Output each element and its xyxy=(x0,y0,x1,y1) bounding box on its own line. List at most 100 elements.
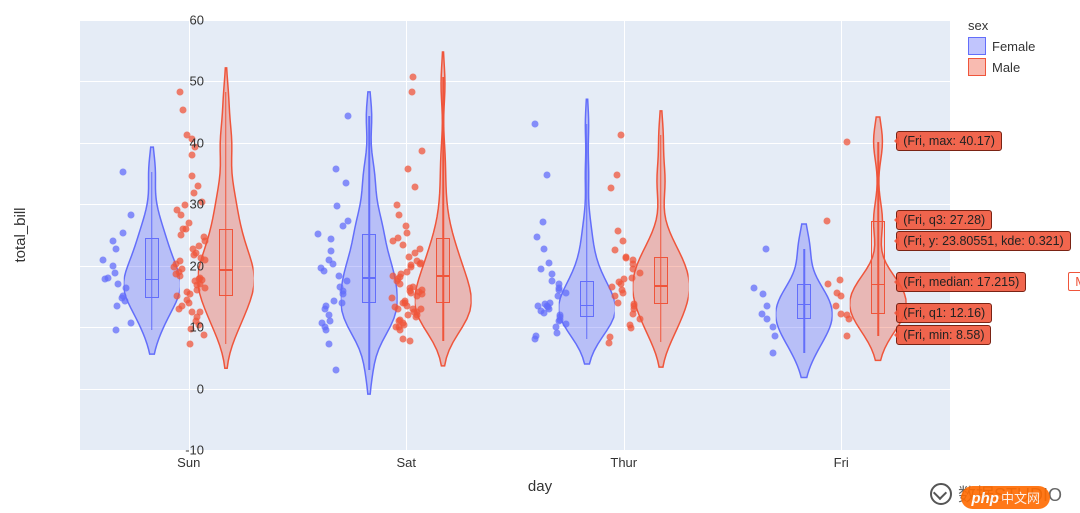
data-point[interactable] xyxy=(109,238,116,245)
data-point[interactable] xyxy=(392,303,399,310)
data-point[interactable] xyxy=(127,320,134,327)
data-point[interactable] xyxy=(534,303,541,310)
data-point[interactable] xyxy=(318,264,325,271)
data-point[interactable] xyxy=(540,219,547,226)
data-point[interactable] xyxy=(189,308,196,315)
data-point[interactable] xyxy=(342,180,349,187)
data-point[interactable] xyxy=(618,132,625,139)
data-point[interactable] xyxy=(834,289,841,296)
data-point[interactable] xyxy=(532,333,539,340)
data-point[interactable] xyxy=(109,262,116,269)
data-point[interactable] xyxy=(614,228,621,235)
data-point[interactable] xyxy=(122,285,129,292)
legend-item-female[interactable]: Female xyxy=(968,37,1035,55)
data-point[interactable] xyxy=(562,321,569,328)
data-point[interactable] xyxy=(179,106,186,113)
data-point[interactable] xyxy=(112,326,119,333)
box-female[interactable] xyxy=(580,281,594,317)
data-point[interactable] xyxy=(179,303,186,310)
data-point[interactable] xyxy=(414,257,421,264)
data-point[interactable] xyxy=(201,234,208,241)
data-point[interactable] xyxy=(538,266,545,273)
data-point[interactable] xyxy=(335,273,342,280)
data-point[interactable] xyxy=(608,184,615,191)
data-point[interactable] xyxy=(843,332,850,339)
legend[interactable]: sex Female Male xyxy=(968,18,1035,79)
data-point[interactable] xyxy=(627,322,634,329)
data-point[interactable] xyxy=(843,311,850,318)
data-point[interactable] xyxy=(759,310,766,317)
data-point[interactable] xyxy=(555,281,562,288)
data-point[interactable] xyxy=(327,318,334,325)
data-point[interactable] xyxy=(418,147,425,154)
data-point[interactable] xyxy=(532,120,539,127)
data-point[interactable] xyxy=(326,311,333,318)
data-point[interactable] xyxy=(105,275,112,282)
data-point[interactable] xyxy=(636,270,643,277)
data-point[interactable] xyxy=(332,165,339,172)
data-point[interactable] xyxy=(547,299,554,306)
data-point[interactable] xyxy=(619,237,626,244)
data-point[interactable] xyxy=(177,89,184,96)
data-point[interactable] xyxy=(188,151,195,158)
data-point[interactable] xyxy=(99,257,106,264)
data-point[interactable] xyxy=(534,234,541,241)
box-female[interactable] xyxy=(145,238,159,298)
data-point[interactable] xyxy=(344,113,351,120)
data-point[interactable] xyxy=(614,171,621,178)
data-point[interactable] xyxy=(623,253,630,260)
box-female[interactable] xyxy=(362,234,376,302)
data-point[interactable] xyxy=(417,245,424,252)
data-point[interactable] xyxy=(318,320,325,327)
box-female[interactable] xyxy=(797,284,811,319)
box-male[interactable] xyxy=(654,257,668,304)
data-point[interactable] xyxy=(408,88,415,95)
data-point[interactable] xyxy=(418,287,425,294)
data-point[interactable] xyxy=(544,171,551,178)
data-point[interactable] xyxy=(195,243,202,250)
data-point[interactable] xyxy=(608,284,615,291)
data-point[interactable] xyxy=(762,245,769,252)
data-point[interactable] xyxy=(407,338,414,345)
data-point[interactable] xyxy=(545,259,552,266)
data-point[interactable] xyxy=(629,256,636,263)
data-point[interactable] xyxy=(390,272,397,279)
data-point[interactable] xyxy=(751,285,758,292)
data-point[interactable] xyxy=(760,290,767,297)
data-point[interactable] xyxy=(843,138,850,145)
data-point[interactable] xyxy=(338,299,345,306)
data-point[interactable] xyxy=(771,332,778,339)
data-point[interactable] xyxy=(197,275,204,282)
data-point[interactable] xyxy=(393,201,400,208)
data-point[interactable] xyxy=(333,366,340,373)
data-point[interactable] xyxy=(629,275,636,282)
data-point[interactable] xyxy=(325,256,332,263)
data-point[interactable] xyxy=(400,336,407,343)
data-point[interactable] xyxy=(173,293,180,300)
data-point[interactable] xyxy=(402,223,409,230)
data-point[interactable] xyxy=(400,242,407,249)
data-point[interactable] xyxy=(326,340,333,347)
data-point[interactable] xyxy=(120,293,127,300)
data-point[interactable] xyxy=(630,300,637,307)
data-point[interactable] xyxy=(401,297,408,304)
data-point[interactable] xyxy=(540,245,547,252)
data-point[interactable] xyxy=(405,165,412,172)
data-point[interactable] xyxy=(191,189,198,196)
data-point[interactable] xyxy=(403,230,410,237)
data-point[interactable] xyxy=(621,275,628,282)
data-point[interactable] xyxy=(189,173,196,180)
data-point[interactable] xyxy=(336,284,343,291)
data-point[interactable] xyxy=(562,290,569,297)
data-point[interactable] xyxy=(836,277,843,284)
data-point[interactable] xyxy=(412,184,419,191)
data-point[interactable] xyxy=(614,299,621,306)
data-point[interactable] xyxy=(330,297,337,304)
plot-area[interactable]: (Fri, max: 40.17)(Fri, q3: 27.28)(Fri, y… xyxy=(80,20,950,450)
data-point[interactable] xyxy=(636,316,643,323)
data-point[interactable] xyxy=(112,245,119,252)
data-point[interactable] xyxy=(333,202,340,209)
data-point[interactable] xyxy=(196,308,203,315)
data-point[interactable] xyxy=(553,330,560,337)
data-point[interactable] xyxy=(327,236,334,243)
